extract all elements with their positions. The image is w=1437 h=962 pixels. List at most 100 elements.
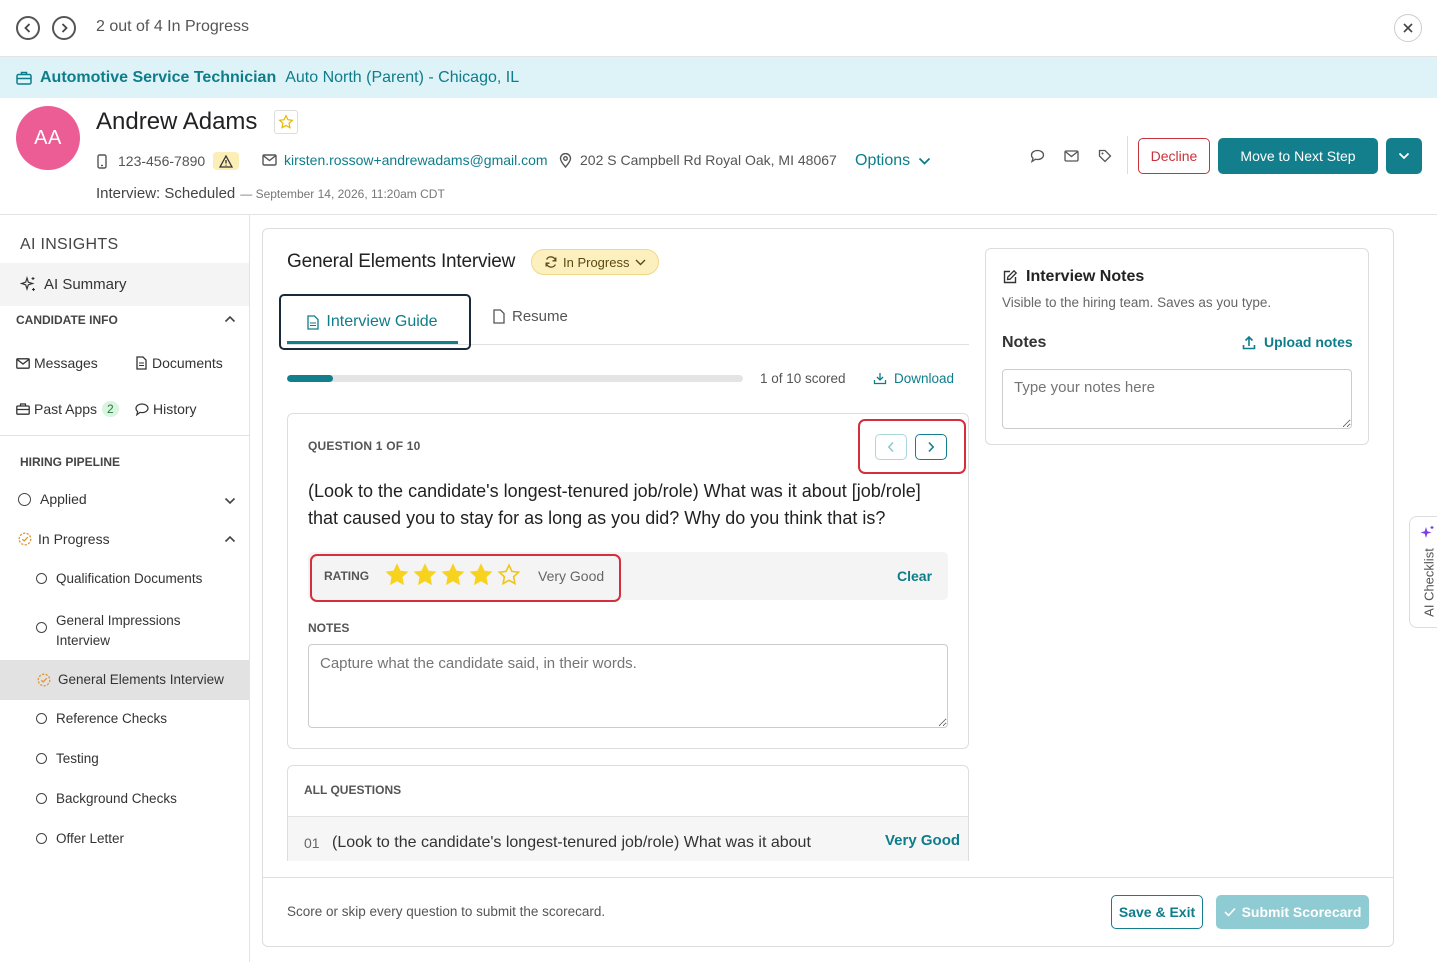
pipeline-step-reference-checks[interactable]: Reference Checks — [36, 711, 167, 726]
next-question-button[interactable] — [915, 434, 947, 460]
status-circle-icon — [36, 753, 47, 764]
previous-question-button[interactable] — [875, 434, 907, 460]
next-step-dropdown-button[interactable] — [1386, 138, 1422, 174]
step-label: Offer Letter — [56, 831, 125, 846]
submit-scorecard-button[interactable]: Submit Scorecard — [1216, 895, 1369, 929]
status-circle-icon — [36, 622, 47, 633]
status-circle-icon — [36, 793, 47, 804]
collapse-candidate-info-toggle[interactable] — [224, 315, 236, 323]
submit-scorecard-label: Submit Scorecard — [1241, 904, 1362, 920]
messages-link[interactable]: Messages — [16, 355, 98, 371]
active-tab-indicator — [287, 341, 458, 344]
location-pin-icon — [559, 152, 572, 168]
pipeline-step-general-elements-interview[interactable]: General Elements Interview — [0, 660, 249, 700]
collapse-in-progress-toggle[interactable] — [224, 535, 236, 543]
download-button[interactable]: Download — [873, 371, 954, 386]
star-filled-icon[interactable] — [441, 563, 465, 587]
move-to-next-step-button[interactable]: Move to Next Step — [1218, 138, 1378, 174]
status-text: Interview: Scheduled — [96, 185, 236, 202]
step-label: General Elements Interview — [58, 672, 224, 687]
document-icon — [136, 356, 147, 370]
document-icon — [307, 314, 320, 330]
chevron-down-icon — [224, 497, 236, 505]
avatar: AA — [16, 106, 80, 170]
mail-icon — [16, 357, 30, 369]
pipeline-step-background-checks[interactable]: Background Checks — [36, 791, 177, 806]
decline-button[interactable]: Decline — [1138, 138, 1210, 174]
star-empty-icon[interactable] — [497, 563, 521, 587]
checkmark-icon — [1224, 907, 1236, 917]
star-filled-icon[interactable] — [413, 563, 437, 587]
pipeline-step-offer-letter[interactable]: Offer Letter — [36, 831, 124, 846]
tab-interview-guide[interactable]: Interview Guide — [287, 305, 458, 339]
sidebar: AI INSIGHTS AI Summary CANDIDATE INFO Me… — [0, 215, 250, 962]
tab-interview-guide-label: Interview Guide — [326, 313, 438, 330]
upload-notes-button[interactable]: Upload notes — [1242, 334, 1353, 350]
options-dropdown[interactable]: Options — [855, 152, 931, 170]
pipeline-stage-applied[interactable]: Applied — [18, 491, 87, 507]
favorite-star-button[interactable] — [274, 110, 298, 134]
sparkle-icon — [1420, 526, 1434, 538]
status-circle-icon — [36, 573, 47, 584]
upload-icon — [1242, 335, 1256, 349]
star-filled-icon[interactable] — [469, 563, 493, 587]
past-apps-link[interactable]: Past Apps 2 — [16, 401, 119, 417]
tag-button[interactable] — [1098, 149, 1112, 163]
chevron-left-icon — [24, 23, 31, 33]
email-button[interactable] — [1064, 150, 1079, 162]
question-list-item[interactable]: 01 (Look to the candidate's longest-tenu… — [288, 817, 968, 861]
download-label: Download — [894, 371, 955, 386]
chevron-down-icon — [919, 157, 931, 165]
documents-link[interactable]: Documents — [136, 355, 223, 371]
tab-resume[interactable]: Resume — [493, 308, 568, 325]
chevron-right-icon — [61, 23, 68, 33]
status-date: — September 14, 2026, 11:20am CDT — [240, 187, 445, 201]
warning-badge — [213, 152, 240, 170]
chevron-right-icon — [928, 441, 935, 453]
chevron-down-icon — [635, 259, 646, 265]
options-label: Options — [855, 152, 911, 169]
chevron-down-icon — [1398, 152, 1410, 160]
ai-summary-label: AI Summary — [44, 276, 127, 293]
progress-text: 2 out of 4 In Progress — [96, 18, 249, 35]
save-exit-button[interactable]: Save & Exit — [1111, 895, 1203, 929]
star-filled-icon[interactable] — [385, 563, 409, 587]
comment-button[interactable] — [1030, 149, 1045, 163]
interview-notes-textarea[interactable] — [1002, 369, 1352, 429]
candidate-info-heading: CANDIDATE INFO — [16, 313, 118, 327]
email-link[interactable]: kirsten.rossow+andrewadams@gmail.com — [284, 152, 548, 168]
active-step-row: General Elements Interview — [37, 672, 224, 687]
tag-icon — [1098, 149, 1112, 163]
chevron-left-icon — [887, 441, 894, 453]
pipeline-step-qualification-documents[interactable]: Qualification Documents — [36, 571, 202, 586]
ai-checklist-tab[interactable]: AI Checklist — [1409, 516, 1437, 628]
history-link[interactable]: History — [135, 401, 197, 417]
previous-candidate-button[interactable] — [16, 16, 40, 40]
ai-summary-item[interactable]: AI Summary — [0, 263, 249, 306]
phone-number[interactable]: 123-456-7890 — [118, 153, 205, 169]
status-circle-icon — [36, 833, 47, 844]
candidate-name: Andrew Adams — [96, 108, 258, 135]
sidebar-divider — [0, 435, 249, 436]
job-title[interactable]: Automotive Service Technician — [40, 69, 276, 87]
chevron-up-icon — [224, 315, 236, 323]
pipeline-stage-in-progress[interactable]: In Progress — [18, 531, 110, 547]
step-label: Reference Checks — [56, 711, 168, 726]
tab-resume-label: Resume — [512, 308, 568, 325]
next-candidate-button[interactable] — [52, 16, 76, 40]
expand-applied-toggle[interactable] — [224, 497, 236, 505]
question-list-rating: Very Good — [885, 832, 961, 849]
pipeline-step-testing[interactable]: Testing — [36, 751, 99, 766]
mail-icon — [262, 154, 277, 166]
interview-notes-subtitle: Visible to the hiring team. Saves as you… — [1002, 295, 1272, 310]
rating-label: RATING — [324, 569, 370, 583]
status-badge-label: In Progress — [563, 254, 630, 270]
notes-heading: Notes — [1002, 334, 1047, 351]
clear-rating-button[interactable]: Clear — [897, 568, 932, 584]
question-notes-textarea[interactable] — [308, 644, 948, 728]
pipeline-step-general-impressions-interview[interactable]: General Impressions Interview — [36, 611, 206, 651]
warning-icon — [219, 154, 234, 168]
job-location[interactable]: Auto North (Parent) - Chicago, IL — [285, 69, 519, 87]
interview-status-badge[interactable]: In Progress — [531, 249, 660, 275]
close-button[interactable] — [1394, 14, 1422, 42]
